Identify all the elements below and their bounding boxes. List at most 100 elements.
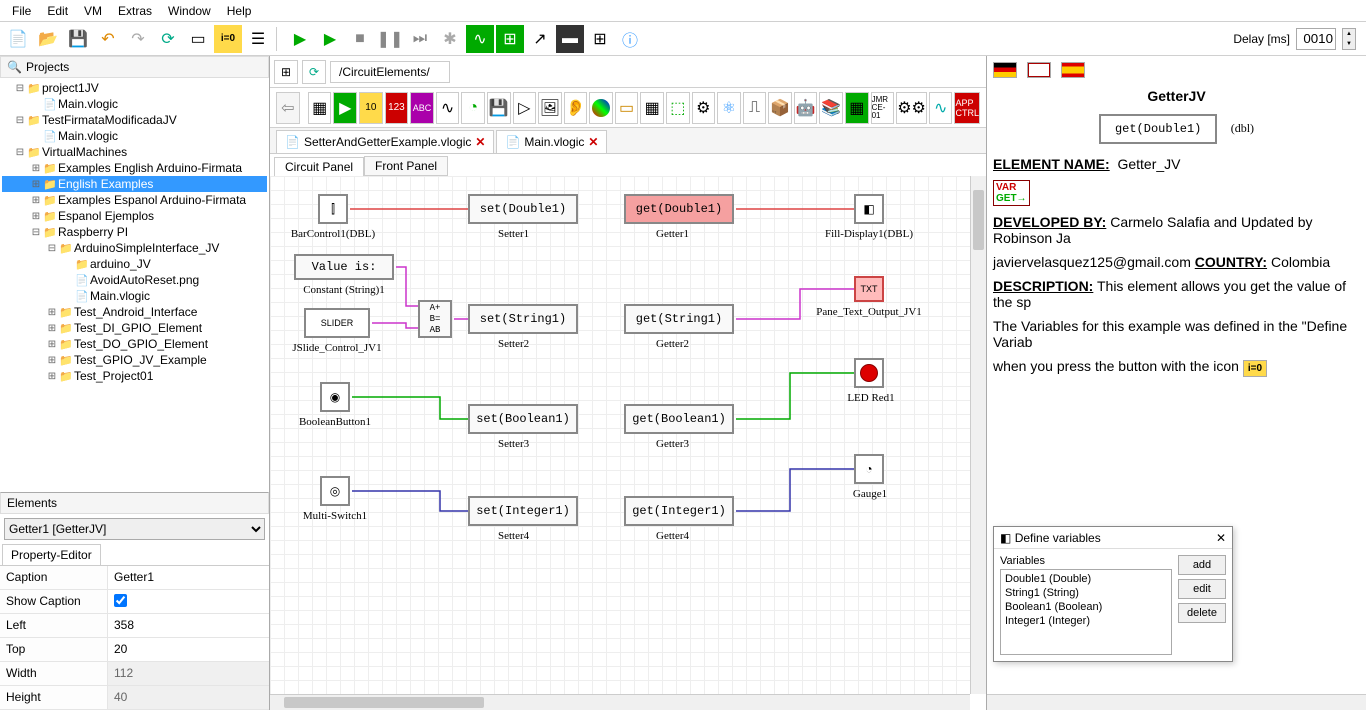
palette-icon[interactable]: 🖼 [538,92,562,124]
refresh-path-icon[interactable]: ⟳ [302,60,326,84]
play-icon[interactable]: ▶ [286,25,314,53]
palette-back-icon[interactable]: ⇦ [276,92,300,124]
setter-node[interactable]: set(String1) [468,304,578,334]
arrow-icon[interactable]: ↗ [526,25,554,53]
circuit-canvas[interactable]: ⫿ BarControl1(DBL) set(Double1) Setter1 … [270,176,970,694]
list-item[interactable]: Integer1 (Integer) [1003,614,1169,628]
list-item[interactable]: Boolean1 (Boolean) [1003,600,1169,614]
palette-icon[interactable]: ▦ [308,92,332,124]
var-i0-icon[interactable]: i=0 [214,25,242,53]
list-item[interactable]: Double1 (Double) [1003,572,1169,586]
tree-item[interactable]: ⊟📁TestFirmataModificadaJV [2,112,267,128]
multiswitch-node[interactable]: ◎ [320,476,350,506]
fill-display-node[interactable]: ◧ [854,194,884,224]
file-tab[interactable]: 📄 SetterAndGetterExample.vlogic ✕ [276,130,494,153]
palette-icon[interactable]: ∿ [929,92,953,124]
palette-icon[interactable]: ▷ [513,92,537,124]
flag-de-icon[interactable] [993,62,1017,78]
menu-vm[interactable]: VM [76,2,110,20]
setter-node[interactable]: set(Integer1) [468,496,578,526]
palette-icon[interactable]: 123 [385,92,409,124]
palette-icon[interactable]: 💾 [487,92,511,124]
getter-node[interactable]: get(Integer1) [624,496,734,526]
text-output-node[interactable]: TXT [854,276,884,302]
palette-icon[interactable]: ∿ [436,92,460,124]
property-value[interactable]: 20 [108,638,269,661]
step-icon[interactable]: ⏭ [406,25,434,53]
delay-input[interactable] [1296,28,1336,50]
gauge-node[interactable]: ◔ [854,454,884,484]
palette-icon[interactable]: APPCTRL [954,92,980,124]
palette-icon[interactable]: ▶ [333,92,357,124]
tree-item[interactable]: ⊞📁Examples English Arduino-Firmata [2,160,267,176]
palette-icon[interactable]: 📦 [768,92,792,124]
tree-item[interactable]: ⊞📁Examples Espanol Arduino-Firmata [2,192,267,208]
circuit-panel-tab[interactable]: Circuit Panel [274,157,364,177]
palette-icon[interactable]: ▦ [845,92,869,124]
tree-item[interactable]: ⊞📁English Examples [2,176,267,192]
tree-item[interactable]: 📄Main.vlogic [2,288,267,304]
palette-icon[interactable]: 10 [359,92,383,124]
menu-window[interactable]: Window [160,2,219,20]
property-checkbox[interactable] [114,594,127,607]
variables-list[interactable]: Double1 (Double) String1 (String) Boolea… [1000,569,1172,655]
concat-node[interactable]: A+ B= AB [418,300,452,338]
canvas-hscroll[interactable] [270,694,970,710]
palette-icon[interactable]: 🤖 [794,92,818,124]
palette-icon[interactable]: 📚 [819,92,843,124]
menu-extras[interactable]: Extras [110,2,160,20]
property-value[interactable] [108,590,269,613]
tree-item[interactable]: ⊟📁Raspberry PI [2,224,267,240]
menu-edit[interactable]: Edit [39,2,76,20]
doc-hscroll[interactable] [987,694,1366,710]
getter-node-selected[interactable]: get(Double1) [624,194,734,224]
tree-item[interactable]: 📄Main.vlogic [2,96,267,112]
constant-node[interactable]: Value is: [294,254,394,280]
tree-item[interactable]: ⊞📁Test_Android_Interface [2,304,267,320]
menu-help[interactable]: Help [219,2,260,20]
palette-icon[interactable] [589,92,613,124]
tree-item[interactable]: ⊟📁VirtualMachines [2,144,267,160]
palette-icon[interactable]: JMRCE-01 [871,92,895,124]
front-panel-tab[interactable]: Front Panel [364,156,448,176]
breadcrumb-path[interactable]: /CircuitElements/ [330,61,450,83]
tree-item[interactable]: ⊞📁Test_DI_GPIO_Element [2,320,267,336]
tree-hscroll[interactable] [0,476,269,492]
tree-item[interactable]: 📁arduino_JV [2,256,267,272]
led-node[interactable] [854,358,884,388]
scope1-icon[interactable]: ∿ [466,25,494,53]
tree-item[interactable]: ⊞📁Test_GPIO_JV_Example [2,352,267,368]
edit-button[interactable]: edit [1178,579,1226,599]
info-icon[interactable]: ⓘ [616,25,644,53]
palette-icon[interactable]: ⬚ [666,92,690,124]
close-tab-icon[interactable]: ✕ [475,135,485,149]
flag-es-icon[interactable] [1061,62,1085,78]
tree-item[interactable]: ⊞📁Test_DO_GPIO_Element [2,336,267,352]
define-variables-dialog[interactable]: ◧ Define variables ✕ Variables Double1 (… [993,526,1233,662]
add-button[interactable]: add [1178,555,1226,575]
palette-icon[interactable]: ⚛ [717,92,741,124]
menu-file[interactable]: File [4,2,39,20]
list-item[interactable]: String1 (String) [1003,586,1169,600]
slider-node[interactable]: SLIDER [304,308,370,338]
flag-us-icon[interactable] [1027,62,1051,78]
terminal-icon[interactable]: ▬ [556,25,584,53]
property-value[interactable]: Getter1 [108,566,269,589]
flow-icon[interactable]: ✱ [436,25,464,53]
close-tab-icon[interactable]: ✕ [588,135,598,149]
select-icon[interactable]: ▭ [184,25,212,53]
palette-icon[interactable]: ⎍ [743,92,767,124]
tree-item[interactable]: ⊞📁Test_Project01 [2,368,267,384]
palette-icon[interactable]: ⚙ [692,92,716,124]
play-debug-icon[interactable]: ▶ [316,25,344,53]
getter-node[interactable]: get(Boolean1) [624,404,734,434]
dialog-close-icon[interactable]: ✕ [1216,531,1226,545]
redo-icon[interactable]: ↷ [124,25,152,53]
tree-item[interactable]: 📄AvoidAutoReset.png [2,272,267,288]
scope2-icon[interactable]: ⊞ [496,25,524,53]
palette-icon[interactable]: ▦ [640,92,664,124]
setter-node[interactable]: set(Boolean1) [468,404,578,434]
new-icon[interactable]: 📄 [4,25,32,53]
project-tree[interactable]: ⊟📁project1JV📄Main.vlogic⊟📁TestFirmataMod… [0,78,269,476]
property-editor-tab[interactable]: Property-Editor [2,544,101,565]
